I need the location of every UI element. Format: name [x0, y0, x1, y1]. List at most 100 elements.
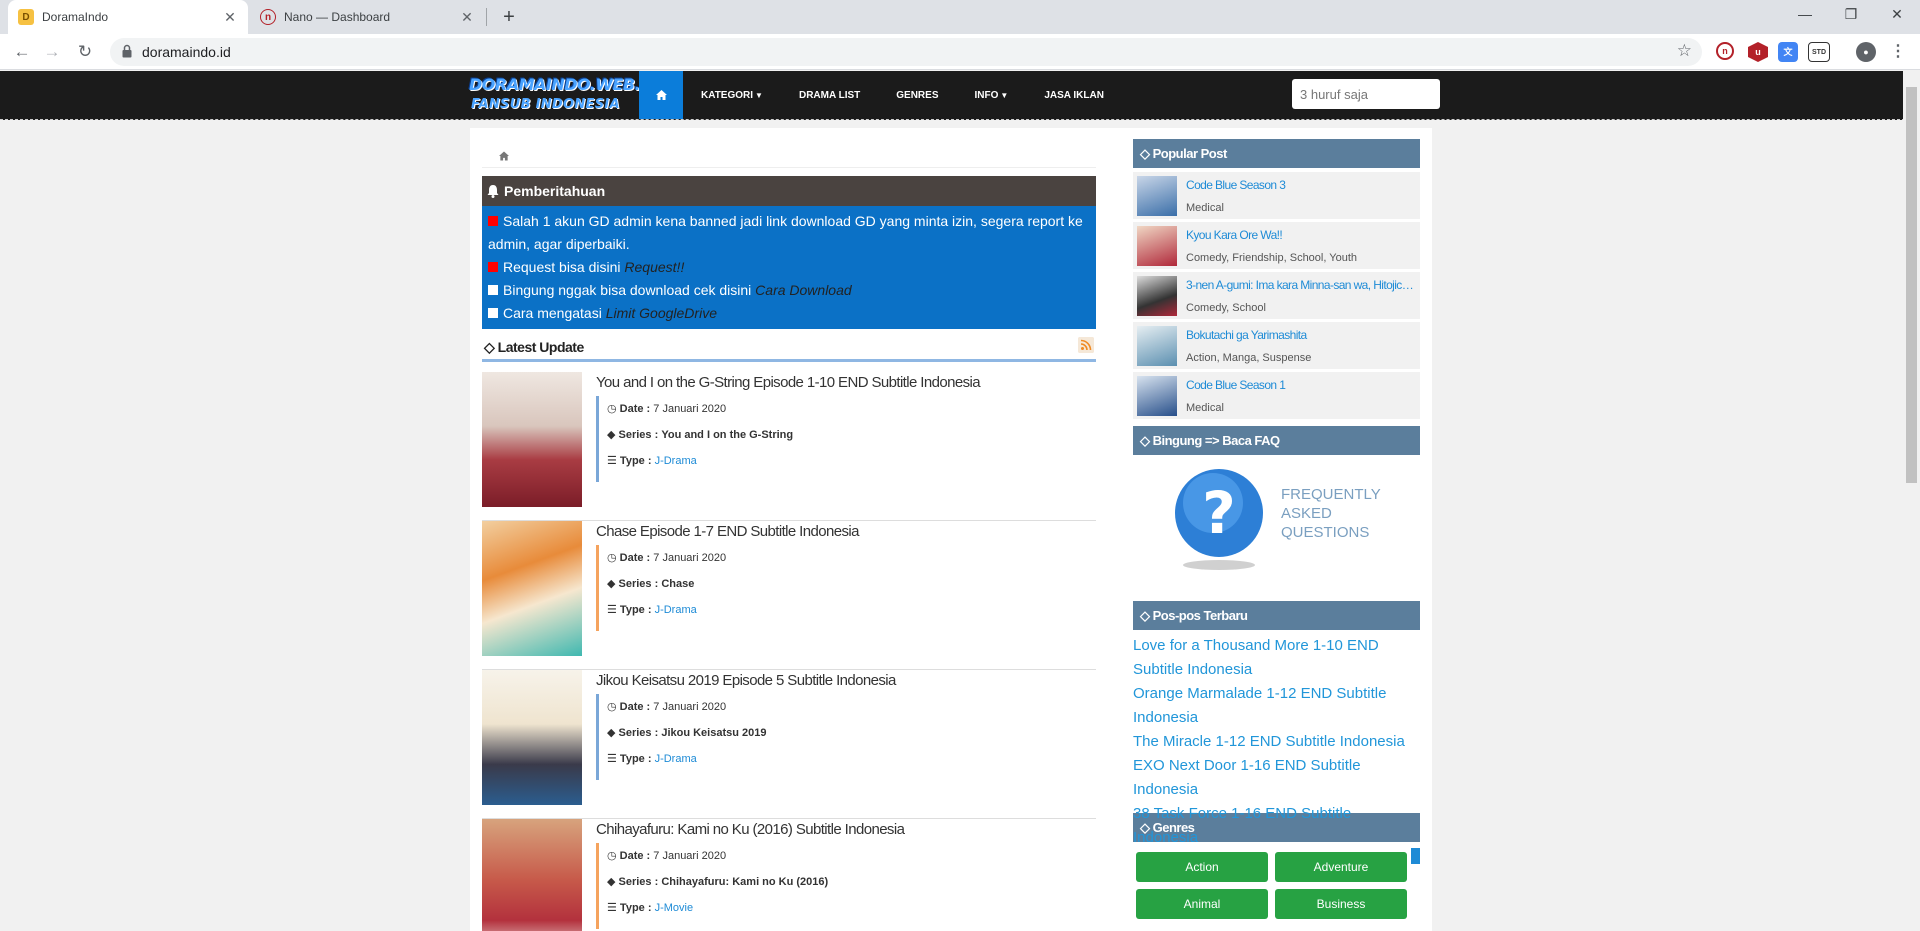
- std-extension-icon[interactable]: STD: [1808, 42, 1830, 62]
- post-item: Chihayafuru: Kami no Ku (2016) Subtitle …: [482, 819, 1096, 931]
- post-title[interactable]: Chihayafuru: Kami no Ku (2016) Subtitle …: [596, 821, 905, 838]
- request-link[interactable]: Request!!: [624, 259, 684, 275]
- tags-icon: ◆: [607, 727, 619, 739]
- recent-post-link[interactable]: EXO Next Door 1-16 END Subtitle Indonesi…: [1133, 754, 1420, 802]
- code-icon: ◇: [1140, 145, 1153, 161]
- kebab-menu-icon[interactable]: ⋮: [1888, 42, 1908, 62]
- recent-post-link[interactable]: Orange Marmalade 1-12 END Subtitle Indon…: [1133, 682, 1420, 730]
- site-search-input[interactable]: [1292, 79, 1440, 109]
- popular-thumbnail: [1137, 276, 1177, 316]
- site-navbar: DORAMAINDO.WEB.ID FANSUB INDONESIA KATEG…: [0, 71, 1920, 120]
- address-bar[interactable]: doramaindo.id ☆: [110, 38, 1702, 66]
- recent-post-link[interactable]: Love for a Thousand More 1-10 END Subtit…: [1133, 634, 1420, 682]
- post-type-link[interactable]: J-Drama: [655, 455, 697, 467]
- post-thumbnail[interactable]: [482, 819, 582, 931]
- restore-icon[interactable]: ❐: [1828, 0, 1874, 30]
- nano-extension-icon[interactable]: n: [1716, 42, 1734, 60]
- new-tab-plus-icon[interactable]: +: [496, 4, 522, 30]
- notice-title: Pemberitahuan: [504, 183, 606, 199]
- post-title[interactable]: Jikou Keisatsu 2019 Episode 5 Subtitle I…: [596, 672, 896, 689]
- list-icon: ☰: [607, 604, 620, 616]
- tags-icon: ◆: [607, 429, 619, 441]
- popular-title[interactable]: Bokutachi ga Yarimashita: [1186, 328, 1414, 342]
- back-arrow-icon[interactable]: ←: [8, 38, 36, 66]
- nav-home[interactable]: [639, 71, 683, 119]
- series-label: Series :: [618, 578, 659, 590]
- genres-scrollbar[interactable]: [1411, 848, 1420, 864]
- close-icon[interactable]: ✕: [459, 9, 475, 26]
- post-meta: ◷ Date : 7 Januari 2020 ◆ Series : Jikou…: [596, 694, 767, 780]
- post-title[interactable]: Chase Episode 1-7 END Subtitle Indonesia: [596, 523, 859, 540]
- popular-item[interactable]: Code Blue Season 1 Medical: [1133, 372, 1420, 419]
- nav-drama-list[interactable]: DRAMA LIST: [781, 71, 878, 119]
- recent-post-link[interactable]: The Miracle 1-12 END Subtitle Indonesia: [1133, 730, 1420, 754]
- close-icon[interactable]: ✕: [222, 9, 238, 26]
- bookmark-star-icon[interactable]: ☆: [1677, 41, 1692, 61]
- post-date: 7 Januari 2020: [653, 701, 727, 713]
- nav-genres[interactable]: GENRES: [878, 71, 956, 119]
- post-type-link[interactable]: J-Movie: [655, 902, 694, 914]
- post-thumbnail[interactable]: [482, 670, 582, 805]
- tab-nano-dashboard[interactable]: n Nano — Dashboard ✕: [250, 0, 485, 34]
- popular-thumbnail: [1137, 226, 1177, 266]
- list-icon: ☰: [607, 455, 620, 467]
- tags-icon: ◆: [607, 876, 619, 888]
- popular-genres: Medical: [1186, 202, 1224, 214]
- post-thumbnail[interactable]: [482, 521, 582, 656]
- popular-title[interactable]: 3-nen A-gumi: Ima kara Minna-san wa, Hit…: [1186, 278, 1414, 292]
- popular-item[interactable]: Code Blue Season 3 Medical: [1133, 172, 1420, 219]
- code-icon: ◇: [1140, 432, 1153, 448]
- post-type-link[interactable]: J-Drama: [655, 753, 697, 765]
- popular-genres: Medical: [1186, 402, 1224, 414]
- recent-posts-list: Love for a Thousand More 1-10 END Subtit…: [1133, 630, 1420, 846]
- browser-toolbar: ← → ↻ doramaindo.id ☆ n u 文 STD ● ⋮: [0, 34, 1920, 70]
- code-icon: ◇: [484, 339, 498, 355]
- rss-icon[interactable]: [1078, 337, 1094, 353]
- post-thumbnail[interactable]: [482, 372, 582, 507]
- genre-button[interactable]: Animal: [1136, 889, 1268, 919]
- forward-arrow-icon[interactable]: →: [38, 38, 66, 66]
- post-item: You and I on the G-String Episode 1-10 E…: [482, 372, 1096, 521]
- nav-kategori[interactable]: KATEGORI ▼: [683, 71, 781, 119]
- popular-title[interactable]: Code Blue Season 3: [1186, 178, 1414, 192]
- site-logo[interactable]: DORAMAINDO.WEB.ID FANSUB INDONESIA: [467, 73, 659, 117]
- popular-item[interactable]: 3-nen A-gumi: Ima kara Minna-san wa, Hit…: [1133, 272, 1420, 319]
- faq-line: FREQUENTLY: [1281, 486, 1381, 503]
- home-icon[interactable]: [499, 151, 509, 161]
- popular-title[interactable]: Code Blue Season 1: [1186, 378, 1414, 392]
- popular-item[interactable]: Kyou Kara Ore Wa!! Comedy, Friendship, S…: [1133, 222, 1420, 269]
- popular-title[interactable]: Kyou Kara Ore Wa!!: [1186, 228, 1414, 242]
- genre-button[interactable]: Action: [1136, 852, 1268, 882]
- post-title[interactable]: You and I on the G-String Episode 1-10 E…: [596, 374, 981, 391]
- window-close-icon[interactable]: ✕: [1874, 0, 1920, 30]
- minimize-icon[interactable]: —: [1782, 0, 1828, 30]
- limit-googledrive-link[interactable]: Limit GoogleDrive: [606, 305, 717, 321]
- post-date: 7 Januari 2020: [653, 403, 727, 415]
- reload-icon[interactable]: ↻: [71, 38, 99, 66]
- nav-jasa-iklan[interactable]: JASA IKLAN: [1026, 71, 1122, 119]
- notice-item: Request bisa disini Request!!: [488, 256, 1090, 279]
- profile-avatar-icon[interactable]: ●: [1856, 42, 1876, 62]
- post-series: Chase: [661, 578, 695, 590]
- question-mark-icon: ?: [1175, 469, 1263, 570]
- main-menu: KATEGORI ▼ DRAMA LIST GENRES INFO ▼ JASA I…: [639, 71, 1122, 119]
- popular-thumbnail: [1137, 176, 1177, 216]
- popular-genres: Action, Manga, Suspense: [1186, 352, 1312, 364]
- ublock-extension-icon[interactable]: u: [1748, 42, 1768, 62]
- tab-doramaindo[interactable]: D DoramaIndo ✕: [8, 0, 248, 34]
- page-scrollbar-thumb[interactable]: [1906, 87, 1917, 483]
- faq-banner[interactable]: ? FREQUENTLY ASKED QUESTIONS: [1133, 455, 1420, 590]
- nav-info[interactable]: INFO ▼: [957, 71, 1027, 119]
- post-series: You and I on the G-String: [661, 429, 794, 441]
- cara-download-link[interactable]: Cara Download: [755, 282, 852, 298]
- code-icon: ◇: [1140, 819, 1153, 835]
- genre-button[interactable]: Adventure: [1275, 852, 1407, 882]
- genres-grid: Action Adventure Animal Business: [1133, 842, 1420, 922]
- faq-line: ASKED: [1281, 505, 1332, 522]
- series-label: Series :: [618, 876, 659, 888]
- post-date: 7 Januari 2020: [653, 850, 727, 862]
- popular-item[interactable]: Bokutachi ga Yarimashita Action, Manga, …: [1133, 322, 1420, 369]
- genre-button[interactable]: Business: [1275, 889, 1407, 919]
- post-type-link[interactable]: J-Drama: [655, 604, 697, 616]
- translate-extension-icon[interactable]: 文: [1778, 42, 1798, 62]
